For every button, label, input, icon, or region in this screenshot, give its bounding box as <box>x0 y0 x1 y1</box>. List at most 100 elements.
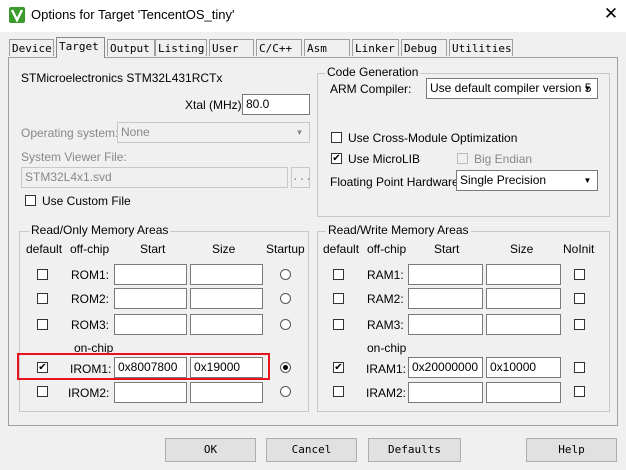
irom2-startup-radio[interactable] <box>280 386 291 397</box>
rom2-label: ROM2: <box>71 292 110 306</box>
iram2-start-input[interactable] <box>408 382 483 403</box>
ram1-start-input[interactable] <box>408 264 483 285</box>
ram2-start-input[interactable] <box>408 288 483 309</box>
cross-module-checkbox[interactable] <box>331 132 342 143</box>
rom2-startup-radio[interactable] <box>280 293 291 304</box>
iram2-default-checkbox[interactable] <box>333 386 344 397</box>
ok-button[interactable]: OK <box>165 438 256 462</box>
os-select[interactable]: None ▼ <box>117 122 310 143</box>
rw-memory-label: Read/Write Memory Areas <box>326 223 471 237</box>
xtal-label: Xtal (MHz): <box>185 98 245 112</box>
tab-output[interactable]: Output <box>107 39 155 56</box>
rw-header-offchip: off-chip <box>367 242 407 256</box>
ro-header-default: default <box>26 242 63 256</box>
code-generation-label: Code Generation <box>325 65 421 79</box>
rw-onchip-label: on-chip <box>367 341 407 355</box>
ram3-size-input[interactable] <box>486 314 561 335</box>
fp-hardware-label: Floating Point Hardware: <box>330 175 463 189</box>
defaults-button[interactable]: Defaults <box>368 438 461 462</box>
ro-memory-label: Read/Only Memory Areas <box>29 223 171 237</box>
irom2-size-input[interactable] <box>190 382 263 403</box>
close-icon[interactable]: ✕ <box>600 3 622 25</box>
irom2-default-checkbox[interactable] <box>37 386 48 397</box>
rom2-start-input[interactable] <box>114 288 187 309</box>
big-endian-checkbox[interactable] <box>457 153 468 164</box>
rom3-start-input[interactable] <box>114 314 187 335</box>
ram1-noinit-checkbox[interactable] <box>574 269 585 280</box>
tab-utilities[interactable]: Utilities <box>449 39 513 56</box>
compiler-value: Use default compiler version 5 <box>430 81 592 95</box>
keil-uvision-icon <box>9 7 25 23</box>
irom1-startup-radio[interactable] <box>280 362 291 373</box>
svd-label: System Viewer File: <box>21 150 127 164</box>
ram3-start-input[interactable] <box>408 314 483 335</box>
rw-header-noinit: NoInit <box>563 242 595 256</box>
microlib-label: Use MicroLIB <box>348 152 421 166</box>
rom1-size-input[interactable] <box>190 264 263 285</box>
window-title: Options for Target 'TencentOS_tiny' <box>31 7 235 22</box>
ram2-label: RAM2: <box>367 292 404 306</box>
rom3-label: ROM3: <box>71 318 110 332</box>
tab-device[interactable]: Device <box>9 39 54 56</box>
tab-asm[interactable]: Asm <box>304 39 350 56</box>
chevron-down-icon: ▼ <box>583 84 592 93</box>
iram2-label: IRAM2: <box>366 386 407 400</box>
rom1-default-checkbox[interactable] <box>37 269 48 280</box>
ram2-noinit-checkbox[interactable] <box>574 293 585 304</box>
ram3-default-checkbox[interactable] <box>333 319 344 330</box>
custom-file-checkbox[interactable] <box>25 195 36 206</box>
iram1-size-input[interactable]: 0x10000 <box>486 357 561 378</box>
cancel-button[interactable]: Cancel <box>266 438 357 462</box>
rom1-startup-radio[interactable] <box>280 269 291 280</box>
iram1-default-checkbox[interactable]: ✔ <box>333 362 344 373</box>
highlight-box <box>17 353 270 380</box>
rom1-label: ROM1: <box>71 268 110 282</box>
tab-linker[interactable]: Linker <box>352 39 399 56</box>
tab-c-cpp[interactable]: C/C++ <box>256 39 302 56</box>
iram1-noinit-checkbox[interactable] <box>574 362 585 373</box>
cross-module-label: Use Cross-Module Optimization <box>348 131 518 145</box>
os-label: Operating system: <box>21 126 119 140</box>
chevron-down-icon: ▼ <box>583 176 592 185</box>
rw-header-size: Size <box>510 242 534 256</box>
compiler-select[interactable]: Use default compiler version 5 ▼ <box>426 78 598 99</box>
rom3-startup-radio[interactable] <box>280 319 291 330</box>
ro-header-startup: Startup <box>266 242 305 256</box>
tab-target[interactable]: Target <box>56 37 105 58</box>
os-value: None <box>121 125 150 139</box>
tab-user[interactable]: User <box>209 39 254 56</box>
irom2-start-input[interactable] <box>114 382 187 403</box>
svd-browse-button[interactable]: ... <box>291 167 312 188</box>
ram2-size-input[interactable] <box>486 288 561 309</box>
ram1-size-input[interactable] <box>486 264 561 285</box>
tab-bar: Device Target Output Listing User C/C++ … <box>0 37 626 59</box>
fp-hardware-select[interactable]: Single Precision ▼ <box>456 170 598 191</box>
iram2-size-input[interactable] <box>486 382 561 403</box>
rom3-size-input[interactable] <box>190 314 263 335</box>
rom1-start-input[interactable] <box>114 264 187 285</box>
custom-file-label: Use Custom File <box>42 194 131 208</box>
ram2-default-checkbox[interactable] <box>333 293 344 304</box>
chevron-down-icon: ▼ <box>295 128 304 137</box>
microlib-checkbox[interactable]: ✔ <box>331 153 342 164</box>
rom3-default-checkbox[interactable] <box>37 319 48 330</box>
iram1-label: IRAM1: <box>366 362 407 376</box>
ram1-label: RAM1: <box>367 268 404 282</box>
ram1-default-checkbox[interactable] <box>333 269 344 280</box>
rom2-default-checkbox[interactable] <box>37 293 48 304</box>
iram2-noinit-checkbox[interactable] <box>574 386 585 397</box>
rw-header-default: default <box>323 242 360 256</box>
tab-listing[interactable]: Listing <box>155 39 207 56</box>
device-name: STMicroelectronics STM32L431RCTx <box>21 71 223 85</box>
svd-input[interactable]: STM32L4x1.svd <box>21 167 288 188</box>
iram1-start-input[interactable]: 0x20000000 <box>408 357 483 378</box>
rw-header-start: Start <box>434 242 460 256</box>
ram3-label: RAM3: <box>367 318 404 332</box>
rom2-size-input[interactable] <box>190 288 263 309</box>
help-button[interactable]: Help <box>526 438 617 462</box>
compiler-label: ARM Compiler: <box>330 82 412 96</box>
xtal-input[interactable]: 80.0 <box>242 94 310 115</box>
ram3-noinit-checkbox[interactable] <box>574 319 585 330</box>
tab-debug[interactable]: Debug <box>401 39 447 56</box>
ro-header-size: Size <box>212 242 236 256</box>
